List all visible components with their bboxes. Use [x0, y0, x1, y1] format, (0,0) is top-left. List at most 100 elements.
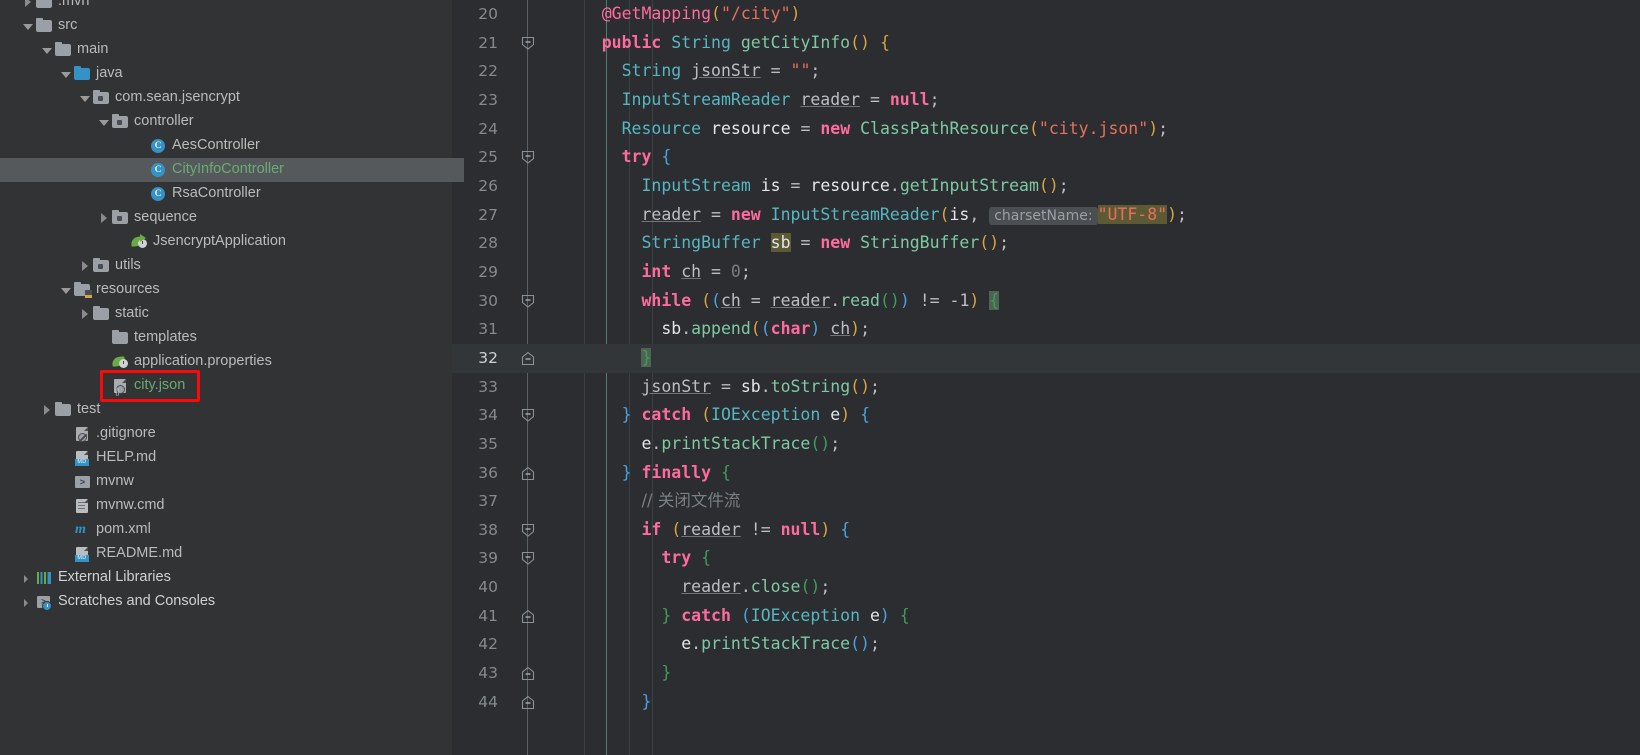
- project-tree[interactable]: .mvn src main java com.sean.jsencrypt control…: [0, 0, 452, 614]
- editor-line[interactable]: 44 }: [452, 688, 1640, 717]
- code-text[interactable]: reader = new InputStreamReader(is, chars…: [562, 201, 1187, 230]
- editor-line[interactable]: 35 e.printStackTrace();: [452, 430, 1640, 459]
- tree-row-rsacontroller[interactable]: C RsaController: [0, 182, 452, 206]
- code-text[interactable]: sb.append((char) ch);: [562, 315, 870, 344]
- tree-row-java[interactable]: java: [0, 62, 452, 86]
- code-text[interactable]: reader.close();: [562, 573, 830, 602]
- tree-row-mvnw-cmd[interactable]: mvnw.cmd: [0, 494, 452, 518]
- editor-line[interactable]: 31 sb.append((char) ch);: [452, 315, 1640, 344]
- chevron-right-icon[interactable]: [41, 404, 54, 417]
- editor-line[interactable]: 25 try {: [452, 143, 1640, 172]
- code-text[interactable]: String jsonStr = "";: [562, 57, 821, 86]
- editor-line[interactable]: 32 }: [452, 343, 1640, 373]
- tree-row-controller[interactable]: controller: [0, 110, 452, 134]
- code-text[interactable]: } catch (IOException e) {: [562, 401, 870, 430]
- chevron-down-icon[interactable]: [98, 116, 111, 129]
- editor-line[interactable]: 20 @GetMapping("/city"): [452, 0, 1640, 29]
- code-text[interactable]: e.printStackTrace();: [562, 430, 840, 459]
- code-text[interactable]: try {: [562, 143, 672, 172]
- code-text[interactable]: InputStreamReader reader = null;: [562, 86, 940, 115]
- code-text[interactable]: // 关闭文件流: [562, 487, 740, 516]
- tree-row--gitignore[interactable]: .gitignore: [0, 422, 452, 446]
- code-editor[interactable]: 20 @GetMapping("/city") 21 public String …: [452, 0, 1640, 755]
- code-text[interactable]: if (reader != null) {: [562, 516, 850, 545]
- chevron-down-icon[interactable]: [79, 92, 92, 105]
- tree-row-sequence[interactable]: sequence: [0, 206, 452, 230]
- fold-start-icon[interactable]: [521, 36, 535, 51]
- tree-row--mvn[interactable]: .mvn: [0, 0, 452, 14]
- fold-end-icon[interactable]: [521, 351, 535, 366]
- fold-start-icon[interactable]: [521, 150, 535, 165]
- fold-end-icon[interactable]: [521, 466, 535, 481]
- editor-line[interactable]: 42 e.printStackTrace();: [452, 630, 1640, 659]
- project-tool-window[interactable]: .mvn src main java com.sean.jsencrypt control…: [0, 0, 452, 755]
- code-text[interactable]: InputStream is = resource.getInputStream…: [562, 172, 1068, 201]
- editor-line[interactable]: 37 // 关闭文件流: [452, 487, 1640, 516]
- tree-row-com-sean-jsencrypt[interactable]: com.sean.jsencrypt: [0, 86, 452, 110]
- editor-line[interactable]: 33 jsonStr = sb.toString();: [452, 373, 1640, 402]
- tree-row-utils[interactable]: utils: [0, 254, 452, 278]
- editor-line[interactable]: 21 public String getCityInfo() {: [452, 29, 1640, 58]
- fold-start-icon[interactable]: [521, 551, 535, 566]
- code-text[interactable]: e.printStackTrace();: [562, 630, 880, 659]
- tree-row-static[interactable]: static: [0, 302, 452, 326]
- fold-end-icon[interactable]: [521, 666, 535, 681]
- tree-row-main[interactable]: main: [0, 38, 452, 62]
- tree-row-resources[interactable]: resources: [0, 278, 452, 302]
- tree-row-cityinfocontroller[interactable]: C CityInfoController: [0, 158, 452, 182]
- editor-line[interactable]: 41 } catch (IOException e) {: [452, 602, 1640, 631]
- tree-row-help-md[interactable]: MD HELP.md: [0, 446, 452, 470]
- code-text[interactable]: StringBuffer sb = new StringBuffer();: [562, 229, 1009, 258]
- tree-row-test[interactable]: test: [0, 398, 452, 422]
- code-text[interactable]: } catch (IOException e) {: [562, 602, 909, 631]
- editor-line[interactable]: 30 while ((ch = reader.read()) != -1) {: [452, 287, 1640, 316]
- editor-line[interactable]: 26 InputStream is = resource.getInputStr…: [452, 172, 1640, 201]
- tree-row-src[interactable]: src: [0, 14, 452, 38]
- tree-row-external-libraries[interactable]: External Libraries: [0, 566, 452, 590]
- chevron-right-icon[interactable]: [22, 596, 35, 609]
- code-text[interactable]: Resource resource = new ClassPathResourc…: [562, 115, 1168, 144]
- tree-row-readme-md[interactable]: MD README.md: [0, 542, 452, 566]
- code-text[interactable]: }: [562, 659, 671, 688]
- chevron-right-icon[interactable]: [98, 212, 111, 225]
- code-text[interactable]: public String getCityInfo() {: [562, 29, 890, 58]
- editor-line[interactable]: 43 }: [452, 659, 1640, 688]
- tree-row-templates[interactable]: templates: [0, 326, 452, 350]
- chevron-right-icon[interactable]: [22, 0, 35, 9]
- tree-row-jsencryptapplication[interactable]: JsencryptApplication: [0, 230, 452, 254]
- chevron-down-icon[interactable]: [60, 284, 73, 297]
- chevron-down-icon[interactable]: [22, 20, 35, 33]
- tree-row-pom-xml[interactable]: m pom.xml: [0, 518, 452, 542]
- fold-end-icon[interactable]: [521, 609, 535, 624]
- editor-line[interactable]: 28 StringBuffer sb = new StringBuffer();: [452, 229, 1640, 258]
- code-text[interactable]: }: [562, 344, 652, 373]
- fold-start-icon[interactable]: [521, 408, 535, 423]
- code-text[interactable]: try {: [562, 544, 711, 573]
- chevron-right-icon[interactable]: [22, 572, 35, 585]
- editor-line[interactable]: 29 int ch = 0;: [452, 258, 1640, 287]
- tree-row-scratches-and-consoles[interactable]: >Scratches and Consoles: [0, 590, 452, 614]
- tree-row-aescontroller[interactable]: C AesController: [0, 134, 452, 158]
- chevron-right-icon[interactable]: [79, 308, 92, 321]
- editor-line[interactable]: 40 reader.close();: [452, 573, 1640, 602]
- editor-line[interactable]: 36 } finally {: [452, 459, 1640, 488]
- editor-line[interactable]: 22 String jsonStr = "";: [452, 57, 1640, 86]
- fold-start-icon[interactable]: [521, 523, 535, 538]
- chevron-down-icon[interactable]: [60, 68, 73, 81]
- fold-end-icon[interactable]: [521, 695, 535, 710]
- editor-lines[interactable]: 20 @GetMapping("/city") 21 public String …: [452, 0, 1640, 716]
- editor-line[interactable]: 38 if (reader != null) {: [452, 516, 1640, 545]
- editor-line[interactable]: 34 } catch (IOException e) {: [452, 401, 1640, 430]
- tree-row-application-properties[interactable]: application.properties: [0, 350, 452, 374]
- code-text[interactable]: @GetMapping("/city"): [562, 0, 801, 29]
- code-text[interactable]: while ((ch = reader.read()) != -1) {: [562, 287, 1000, 316]
- code-text[interactable]: jsonStr = sb.toString();: [562, 373, 879, 402]
- editor-line[interactable]: 24 Resource resource = new ClassPathReso…: [452, 115, 1640, 144]
- code-text[interactable]: int ch = 0;: [562, 258, 750, 287]
- code-text[interactable]: } finally {: [562, 459, 731, 488]
- editor-line[interactable]: 27 reader = new InputStreamReader(is, ch…: [452, 201, 1640, 230]
- chevron-right-icon[interactable]: [79, 260, 92, 273]
- editor-line[interactable]: 39 try {: [452, 544, 1640, 573]
- code-text[interactable]: }: [562, 688, 651, 717]
- tree-row-mvnw[interactable]: > mvnw: [0, 470, 452, 494]
